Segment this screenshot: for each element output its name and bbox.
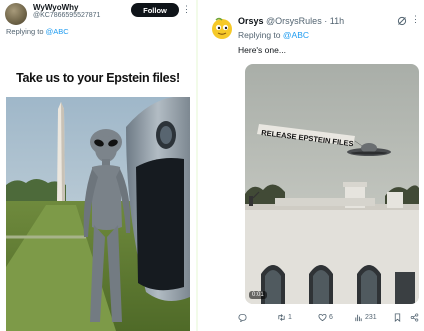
follow-button[interactable]: Follow: [131, 3, 179, 17]
separator: ·: [324, 16, 328, 26]
view-count: 231: [365, 314, 377, 321]
video-time-badge: 0:01: [249, 291, 267, 299]
reply-button[interactable]: [238, 313, 249, 322]
like-button[interactable]: 6: [318, 313, 333, 322]
left-tweet: WyWyoWhy @KC786659552787​1 Follow ⋮ Repl…: [0, 0, 196, 331]
share-button[interactable]: [410, 313, 419, 322]
replying-to-link[interactable]: @ABC: [283, 30, 309, 40]
avatar[interactable]: [5, 3, 27, 25]
bookmark-button[interactable]: [393, 313, 402, 322]
alien-photo: [6, 97, 190, 331]
tweet-video[interactable]: RELEASE EPSTEIN FILES 0:01: [245, 64, 419, 304]
grok-icon[interactable]: [397, 16, 407, 26]
replying-prefix: Replying to: [238, 30, 281, 40]
replying-to: Replying to @ABC: [6, 27, 69, 36]
more-options-icon[interactable]: ⋮: [182, 4, 191, 14]
retweet-icon: [278, 314, 285, 321]
author-name[interactable]: WyWyoWhy: [33, 3, 78, 12]
avatar[interactable]: [210, 16, 234, 40]
share-icon: [410, 313, 419, 322]
bookmark-icon: [394, 313, 401, 322]
timestamp[interactable]: 11h: [330, 16, 344, 26]
replying-to-link[interactable]: @ABC: [46, 27, 69, 36]
tweet-image[interactable]: Take us to your Epstein files!: [6, 64, 190, 331]
tweet-actions: 1 6 231: [238, 313, 421, 325]
right-tweet: Orsys @OrsysRules · 11h ⋮ Replying to @A…: [198, 0, 424, 331]
tweet-header: Orsys @OrsysRules · 11h: [238, 16, 344, 26]
more-options-icon[interactable]: ⋮: [411, 14, 420, 25]
replying-prefix: Replying to: [6, 27, 44, 36]
author-handle[interactable]: @OrsysRules: [266, 16, 322, 26]
analytics-icon: [355, 314, 362, 322]
author-handle[interactable]: @KC786659552787​1: [33, 12, 100, 19]
retweet-count: 1: [288, 314, 292, 321]
like-count: 6: [329, 314, 333, 321]
tweet-text: Here's one...: [238, 45, 286, 55]
heart-icon: [318, 313, 327, 322]
replying-to: Replying to @ABC: [238, 30, 309, 40]
author-name[interactable]: Orsys: [238, 16, 264, 26]
reply-icon: [238, 313, 247, 322]
views-button[interactable]: 231: [354, 313, 377, 322]
white-house-ufo-image: RELEASE EPSTEIN FILES: [245, 64, 419, 304]
meme-caption: Take us to your Epstein files!: [16, 71, 180, 85]
retweet-button[interactable]: 1: [277, 313, 292, 322]
